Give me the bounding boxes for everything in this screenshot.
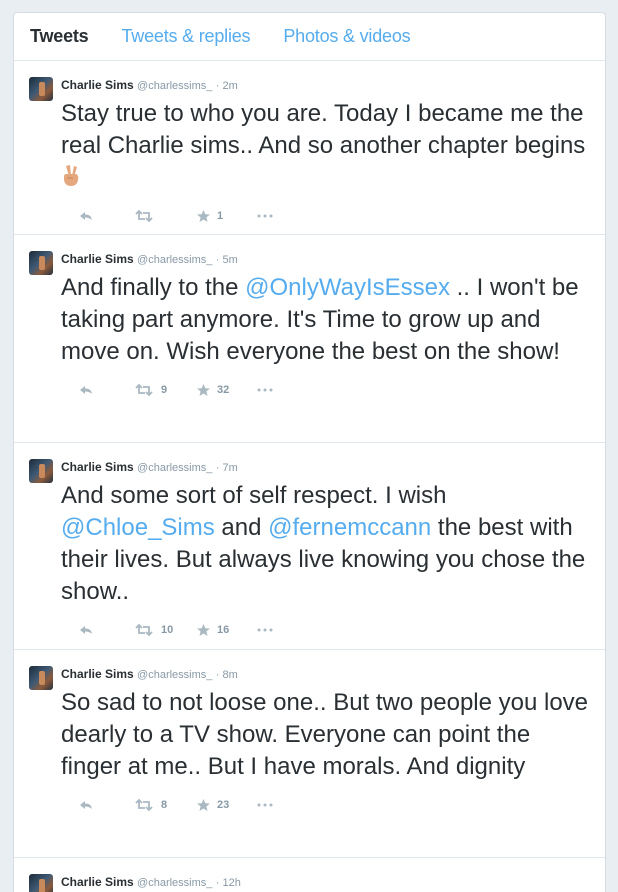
tweet[interactable]: Charlie Sims @charlessims_ · 12h (14, 858, 605, 892)
tweet-actions: 8 23 (61, 787, 593, 823)
reply-button[interactable] (79, 210, 135, 222)
mention-link[interactable]: @fernemccann (268, 514, 431, 541)
tweet[interactable]: Charlie Sims @charlessims_ · 2m Stay tru… (14, 61, 605, 235)
avatar[interactable] (29, 666, 53, 690)
tweet-timestamp[interactable]: · 2m (216, 80, 238, 92)
victory-hand-emoji (64, 165, 79, 186)
avatar[interactable] (29, 77, 53, 101)
user-name[interactable]: Charlie Sims (61, 78, 134, 92)
tab-tweets-replies[interactable]: Tweets & replies (122, 26, 251, 47)
tab-tweets[interactable]: Tweets (30, 26, 89, 47)
retweet-button[interactable]: 9 (135, 384, 197, 396)
retweet-icon (135, 384, 153, 396)
favorite-button[interactable]: 1 (197, 210, 257, 222)
retweet-button[interactable]: 8 (135, 799, 197, 811)
star-icon (197, 210, 210, 222)
reply-icon (80, 212, 92, 220)
favorite-button[interactable]: 23 (197, 799, 257, 811)
mention-link[interactable]: @Chloe_Sims (61, 514, 215, 541)
user-handle[interactable]: @charlessims_ (137, 877, 212, 889)
star-icon (197, 799, 210, 811)
more-button[interactable] (257, 388, 287, 392)
tweet-text: And some sort of self respect. I wish @C… (61, 480, 593, 608)
tweet-text-part: and (214, 514, 269, 541)
avatar[interactable] (29, 459, 53, 483)
star-icon (197, 624, 210, 636)
tweet-text: So sad to not loose one.. But two people… (61, 689, 589, 780)
retweet-button[interactable]: 10 (135, 624, 197, 636)
tweet-header: Charlie Sims @charlessims_ · 2m (61, 77, 593, 94)
favorite-count: 1 (217, 210, 224, 222)
tweet-timestamp[interactable]: · 12h (216, 877, 241, 889)
tweet-header: Charlie Sims @charlessims_ · 8m (61, 666, 593, 683)
retweet-icon (135, 624, 153, 636)
retweet-count: 9 (161, 384, 168, 396)
reply-button[interactable] (79, 624, 135, 636)
favorite-count: 16 (217, 624, 230, 636)
more-button[interactable] (257, 803, 287, 807)
avatar[interactable] (29, 874, 53, 892)
user-handle[interactable]: @charlessims_ (137, 462, 212, 474)
tweet-text: Stay true to who you are. Today I became… (61, 98, 593, 194)
more-icon (257, 388, 273, 392)
user-name[interactable]: Charlie Sims (61, 252, 134, 266)
star-icon (197, 384, 210, 396)
user-name[interactable]: Charlie Sims (61, 460, 134, 474)
tweet-text: And finally to the @OnlyWayIsEssex .. I … (61, 272, 593, 368)
reply-button[interactable] (79, 799, 135, 811)
tweet-timestamp[interactable]: · 7m (216, 462, 238, 474)
user-name[interactable]: Charlie Sims (61, 875, 134, 889)
tweet-header: Charlie Sims @charlessims_ · 7m (61, 459, 593, 476)
retweet-button[interactable] (135, 210, 197, 222)
tweet-actions: 1 (61, 198, 593, 234)
user-name[interactable]: Charlie Sims (61, 667, 134, 681)
tweet-text-part: And finally to the (61, 274, 246, 301)
retweet-count: 10 (161, 624, 174, 636)
tweet-text-content: Stay true to who you are. Today I became… (61, 100, 586, 159)
more-icon (257, 628, 273, 632)
timeline-tabs: Tweets Tweets & replies Photos & videos (14, 13, 605, 61)
more-button[interactable] (257, 628, 287, 632)
favorite-button[interactable]: 16 (197, 624, 257, 636)
reply-icon (80, 801, 92, 809)
more-icon (257, 803, 273, 807)
favorite-count: 32 (217, 384, 230, 396)
tweet-timestamp[interactable]: · 5m (216, 254, 238, 266)
tweet-header: Charlie Sims @charlessims_ · 12h (61, 874, 593, 891)
more-button[interactable] (257, 214, 287, 218)
favorite-button[interactable]: 32 (197, 384, 257, 396)
user-handle[interactable]: @charlessims_ (137, 254, 212, 266)
retweet-count: 8 (161, 799, 168, 811)
tweet-actions: 9 32 (61, 372, 593, 408)
tweet[interactable]: Charlie Sims @charlessims_ · 8m So sad t… (14, 650, 605, 858)
retweet-icon (135, 210, 153, 222)
retweet-icon (135, 799, 153, 811)
reply-icon (80, 386, 92, 394)
tweet-header: Charlie Sims @charlessims_ · 5m (61, 251, 593, 268)
tweet[interactable]: Charlie Sims @charlessims_ · 5m And fina… (14, 235, 605, 443)
more-icon (257, 214, 273, 218)
mention-link[interactable]: @OnlyWayIsEssex (245, 274, 450, 301)
tab-photos-videos[interactable]: Photos & videos (283, 26, 410, 47)
user-handle[interactable]: @charlessims_ (137, 669, 212, 681)
tweet-timestamp[interactable]: · 8m (216, 669, 238, 681)
avatar[interactable] (29, 251, 53, 275)
tweet[interactable]: Charlie Sims @charlessims_ · 7m And some… (14, 443, 605, 650)
reply-button[interactable] (79, 384, 135, 396)
profile-timeline: Tweets Tweets & replies Photos & videos … (13, 12, 606, 892)
reply-icon (80, 626, 92, 634)
favorite-count: 23 (217, 799, 230, 811)
tweet-text-part: And some sort of self respect. I wish (61, 482, 447, 509)
user-handle[interactable]: @charlessims_ (137, 80, 212, 92)
tweet-actions: 10 16 (61, 612, 593, 648)
